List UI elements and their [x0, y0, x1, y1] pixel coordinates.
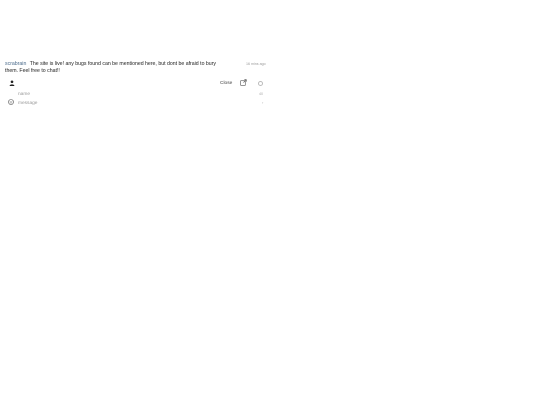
name-input[interactable]: [18, 90, 266, 98]
message-text: The site is live! any bugs found can be …: [5, 61, 216, 74]
close-button[interactable]: Close: [220, 81, 232, 86]
chat-panel: scrabrain The site is live! any bugs fou…: [0, 0, 270, 110]
smiley-icon[interactable]: [8, 99, 14, 105]
chat-toolbar: Close: [0, 78, 270, 90]
user-icon: [9, 80, 15, 86]
message-input[interactable]: [18, 99, 266, 107]
message-author[interactable]: scrabrain: [5, 61, 26, 67]
send-button[interactable]: ›: [262, 100, 263, 105]
message-timestamp: 16 mins ago: [246, 62, 266, 66]
name-char-counter: 40: [259, 92, 263, 96]
chat-message: scrabrain The site is live! any bugs fou…: [5, 61, 227, 75]
external-link-icon[interactable]: [240, 79, 247, 86]
circle-icon[interactable]: [258, 81, 263, 86]
